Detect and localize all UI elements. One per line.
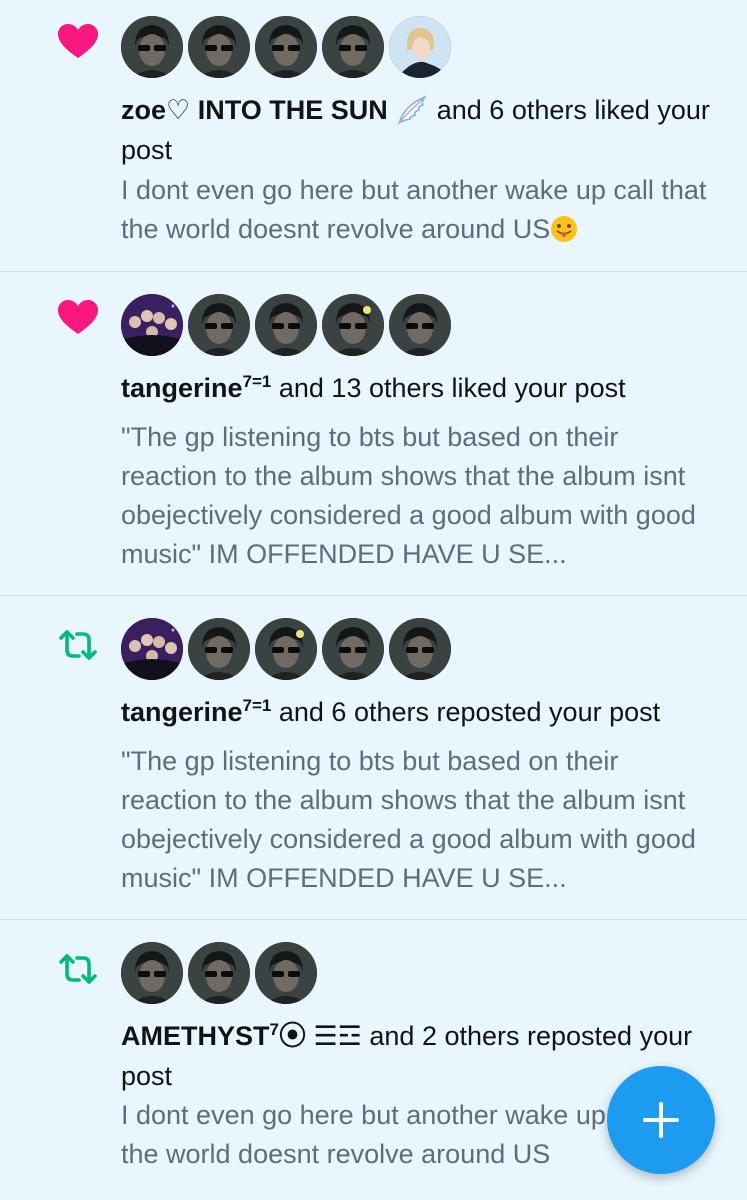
avatar[interactable] bbox=[255, 942, 317, 1004]
avatar[interactable] bbox=[389, 16, 451, 78]
plus-icon bbox=[643, 1102, 679, 1138]
actor-name[interactable]: tangerine7=1 bbox=[121, 697, 271, 727]
post-preview[interactable]: I dont even go here but another wake up … bbox=[121, 171, 721, 249]
post-preview[interactable]: "The gp listening to bts but based on th… bbox=[121, 742, 721, 898]
post-preview[interactable]: "The gp listening to bts but based on th… bbox=[121, 418, 721, 574]
notifications-feed: zoe♡ INTO THE SUN and 6 others liked you… bbox=[0, 0, 747, 1200]
actor-name-superscript: 7=1 bbox=[242, 372, 272, 391]
avatar[interactable] bbox=[255, 618, 317, 680]
avatar[interactable] bbox=[188, 618, 250, 680]
wing-emoji bbox=[397, 95, 428, 125]
heart-icon bbox=[58, 24, 98, 58]
post-preview-text: I dont even go here but another wake up … bbox=[121, 175, 707, 244]
notification-item[interactable]: tangerine7=1 and 13 others liked your po… bbox=[0, 272, 747, 596]
avatar[interactable] bbox=[322, 618, 384, 680]
avatar[interactable] bbox=[121, 942, 183, 1004]
actor-name-superscript: 7 bbox=[269, 1020, 279, 1039]
notification-headline: zoe♡ INTO THE SUN and 6 others liked you… bbox=[121, 90, 731, 170]
avatar-group bbox=[121, 942, 322, 1006]
compose-button[interactable] bbox=[607, 1066, 715, 1174]
tongue-out-emoji bbox=[551, 216, 578, 242]
notification-item[interactable]: tangerine7=1 and 6 others reposted your … bbox=[0, 596, 747, 920]
avatar[interactable] bbox=[389, 618, 451, 680]
repost-icon bbox=[59, 630, 97, 660]
avatar[interactable] bbox=[322, 294, 384, 356]
avatar[interactable] bbox=[188, 294, 250, 356]
actor-name-superscript: 7=1 bbox=[242, 696, 272, 715]
avatar-group bbox=[121, 16, 456, 80]
actor-name[interactable]: AMETHYST7⦿ ☰☲ bbox=[121, 1021, 362, 1051]
notification-headline: tangerine7=1 and 13 others liked your po… bbox=[121, 368, 731, 408]
avatar[interactable] bbox=[188, 16, 250, 78]
avatar[interactable] bbox=[188, 942, 250, 1004]
actor-name[interactable]: tangerine7=1 bbox=[121, 373, 271, 403]
avatar[interactable] bbox=[389, 294, 451, 356]
avatar[interactable] bbox=[121, 618, 183, 680]
avatar-group bbox=[121, 618, 456, 682]
avatar[interactable] bbox=[121, 16, 183, 78]
notification-action: and 13 others liked your post bbox=[271, 373, 626, 403]
repost-icon bbox=[59, 954, 97, 984]
avatar-group bbox=[121, 294, 456, 358]
notification-action: and 6 others reposted your post bbox=[271, 697, 661, 727]
heart-icon bbox=[58, 300, 98, 334]
actor-name[interactable]: zoe♡ INTO THE SUN bbox=[121, 95, 388, 125]
avatar[interactable] bbox=[322, 16, 384, 78]
actor-name-suffix: ⦿ ☰☲ bbox=[278, 1021, 362, 1051]
avatar[interactable] bbox=[255, 16, 317, 78]
notification-headline: tangerine7=1 and 6 others reposted your … bbox=[121, 692, 731, 732]
avatar[interactable] bbox=[121, 294, 183, 356]
notification-item[interactable]: zoe♡ INTO THE SUN and 6 others liked you… bbox=[0, 0, 747, 272]
avatar[interactable] bbox=[255, 294, 317, 356]
